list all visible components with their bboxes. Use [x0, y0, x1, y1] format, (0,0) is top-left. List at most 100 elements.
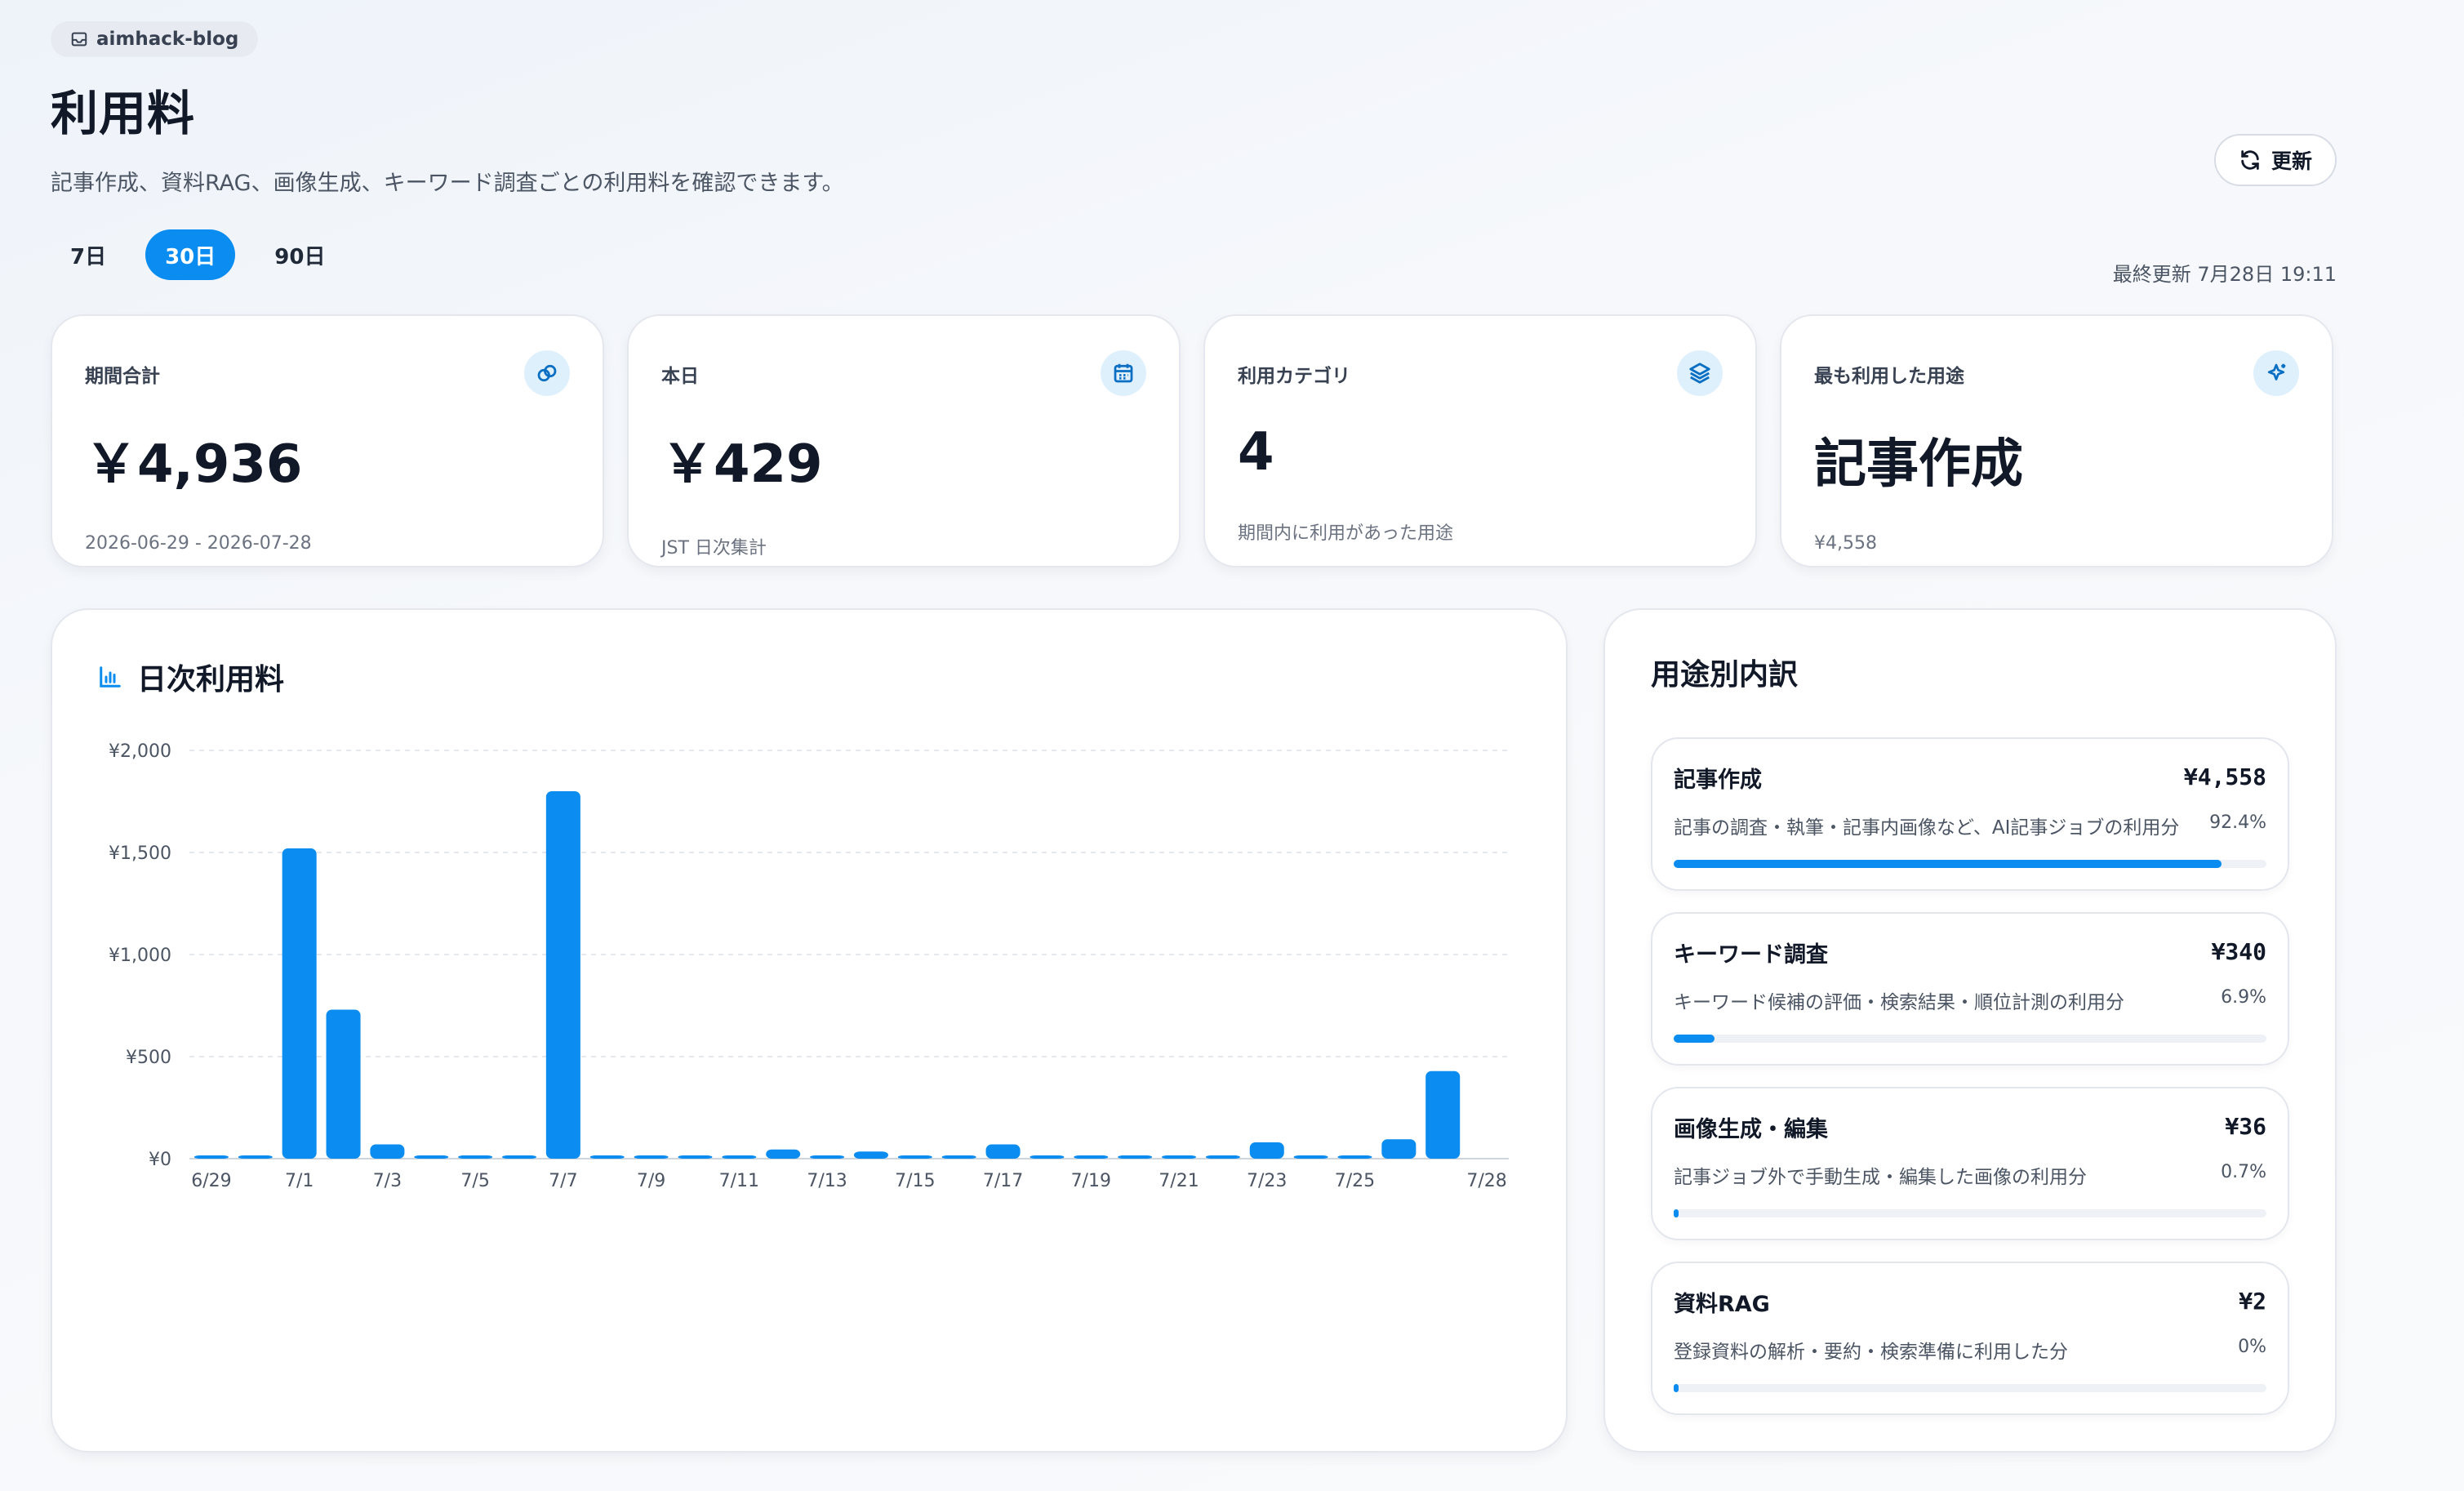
stat-value: 4 [1238, 422, 1274, 483]
x-tick-label: 7/1 [285, 1171, 314, 1191]
breakdown-item-image: 画像生成・編集 ¥36 記事ジョブ外で手動生成・編集した画像の利用分 0.7% [1651, 1087, 2289, 1240]
item-progress-fill [1674, 1384, 1679, 1392]
y-tick-label: ¥2,000 [109, 741, 171, 762]
item-name: キーワード調査 [1674, 942, 1828, 968]
breakdown-card: 用途別内訳 記事作成 ¥4,558 記事の調査・執筆・記事内画像など、AI記事ジ… [1603, 608, 2337, 1453]
bar-7/25[interactable] [1337, 1155, 1372, 1159]
bar-7/14[interactable] [853, 1151, 888, 1159]
x-tick-label: 7/17 [983, 1171, 1023, 1191]
sparkles-icon [2253, 350, 2299, 396]
chart-title: 日次利用料 [137, 663, 285, 697]
breakdown-title: 用途別内訳 [1651, 658, 1799, 692]
bar-7/5[interactable] [458, 1155, 493, 1159]
bar-7/3[interactable] [370, 1144, 405, 1159]
stat-label: 期間合計 [85, 366, 160, 387]
bar-6/29[interactable] [193, 1155, 229, 1159]
bar-7/12[interactable] [766, 1149, 801, 1159]
page-subtitle: 記事作成、資料RAG、画像生成、キーワード調査ごとの利用料を確認できます。 [51, 171, 844, 196]
item-desc: 記事ジョブ外で手動生成・編集した画像の利用分 [1674, 1167, 2087, 1188]
bar-7/2[interactable] [326, 1009, 361, 1159]
x-tick-label: 7/23 [1247, 1171, 1287, 1191]
x-tick-label: 7/5 [460, 1171, 489, 1191]
x-tick-label: 7/19 [1071, 1171, 1111, 1191]
stat-card-total: 期間合計 ￥4,936 2026-06-29 - 2026-07-28 [51, 314, 604, 567]
bar-6/30[interactable] [238, 1155, 273, 1159]
stat-note: 期間内に利用があった用途 [1238, 523, 1454, 544]
x-tick-label: 6/29 [191, 1171, 231, 1191]
x-tick-label: 7/3 [373, 1171, 402, 1191]
calendar-icon [1101, 350, 1146, 396]
x-tick-label: 7/11 [719, 1171, 759, 1191]
item-desc: 登録資料の解析・要約・検索準備に利用した分 [1674, 1342, 2068, 1363]
range-tabs: 7日 30日 90日 [51, 229, 2337, 280]
stat-card-today: 本日 ￥429 JST 日次集計 [627, 314, 1181, 567]
stat-card-categories: 利用カテゴリ 4 期間内に利用があった用途 [1203, 314, 1757, 567]
y-tick-label: ¥1,500 [109, 843, 171, 864]
item-progress-track [1674, 860, 2266, 868]
daily-usage-chart: ¥0 ¥500 ¥1,000 ¥1,500 ¥2,000 6/29 7/1 7/3 7/5 7/7… [109, 741, 1509, 1191]
bar-chart-icon [100, 666, 121, 688]
item-amount: ¥4,558 [2183, 763, 2266, 790]
x-tick-label: 7/25 [1335, 1171, 1375, 1191]
item-progress-track [1674, 1384, 2266, 1392]
bar-7/8[interactable] [589, 1155, 625, 1159]
bar-7/6[interactable] [501, 1155, 537, 1159]
daily-usage-chart-card: ¥0 ¥500 ¥1,000 ¥1,500 ¥2,000 6/29 7/1 7/3 7/5 7/7… [51, 608, 1568, 1453]
bar-7/16[interactable] [941, 1155, 976, 1159]
y-tick-label: ¥500 [126, 1048, 171, 1068]
stat-note: ¥4,558 [1814, 533, 1877, 554]
bar-7/23[interactable] [1249, 1142, 1284, 1159]
last-updated: 最終更新 7月28日 19:11 [2112, 263, 2337, 286]
bar-7/26[interactable] [1381, 1139, 1417, 1159]
stat-note: JST 日次集計 [661, 538, 767, 559]
refresh-button[interactable]: 更新 [2213, 134, 2337, 186]
item-pct: 0% [2238, 1337, 2266, 1357]
stat-card-top-usage: 最も利用した用途 記事作成 ¥4,558 [1780, 314, 2333, 567]
x-tick-label: 7/28 [1466, 1171, 1506, 1191]
bar-7/27[interactable] [1425, 1070, 1461, 1159]
x-tick-label: 7/13 [807, 1171, 847, 1191]
stat-value: 記事作成 [1814, 434, 2023, 495]
x-tick-label: 7/21 [1159, 1171, 1199, 1191]
bar-7/17[interactable] [985, 1144, 1021, 1159]
bar-7/10[interactable] [678, 1155, 713, 1159]
item-progress-fill [1674, 860, 2222, 868]
bar-7/21[interactable] [1161, 1155, 1197, 1159]
bar-7/22[interactable] [1205, 1155, 1240, 1159]
stat-label: 最も利用した用途 [1814, 366, 1964, 387]
bar-7/20[interactable] [1118, 1155, 1153, 1159]
item-name: 記事作成 [1674, 768, 1762, 793]
item-progress-fill [1674, 1035, 1715, 1043]
bar-7/11[interactable] [722, 1155, 757, 1159]
stat-label: 利用カテゴリ [1238, 366, 1350, 387]
bar-7/7[interactable] [545, 791, 580, 1159]
x-tick-label: 7/7 [549, 1171, 577, 1191]
workspace-name: aimhack-blog [96, 29, 239, 50]
item-desc: 記事の調査・執筆・記事内画像など、AI記事ジョブの利用分 [1674, 817, 2180, 839]
item-desc: キーワード候補の評価・検索結果・順位計測の利用分 [1674, 992, 2124, 1013]
bar-7/24[interactable] [1293, 1155, 1328, 1159]
page-title: 利用料 [51, 86, 196, 141]
bar-7/4[interactable] [414, 1155, 449, 1159]
tab-30-days[interactable]: 30日 [145, 229, 236, 280]
tab-7-days[interactable]: 7日 [51, 229, 126, 280]
y-tick-label: ¥0 [149, 1150, 171, 1170]
bar-7/18[interactable] [1030, 1155, 1065, 1159]
item-name: 資料RAG [1674, 1292, 1770, 1317]
item-amount: ¥36 [2225, 1113, 2266, 1140]
coins-icon [524, 350, 570, 396]
tab-90-days[interactable]: 90日 [255, 229, 345, 280]
item-progress-track [1674, 1209, 2266, 1217]
stat-note: 2026-06-29 - 2026-07-28 [85, 533, 312, 554]
stat-value: ￥429 [661, 434, 823, 495]
breakdown-item-article: 記事作成 ¥4,558 記事の調査・執筆・記事内画像など、AI記事ジョブの利用分… [1651, 737, 2289, 891]
item-amount: ¥2 [2239, 1288, 2266, 1315]
bar-7/13[interactable] [810, 1155, 845, 1159]
bar-7/1[interactable] [282, 848, 317, 1159]
bar-7/9[interactable] [634, 1155, 669, 1159]
item-progress-fill [1674, 1209, 1679, 1217]
bar-7/15[interactable] [897, 1155, 932, 1159]
breakdown-item-keyword: キーワード調査 ¥340 キーワード候補の評価・検索結果・順位計測の利用分 6.… [1651, 912, 2289, 1066]
item-amount: ¥340 [2211, 938, 2266, 965]
bar-7/19[interactable] [1074, 1155, 1109, 1159]
